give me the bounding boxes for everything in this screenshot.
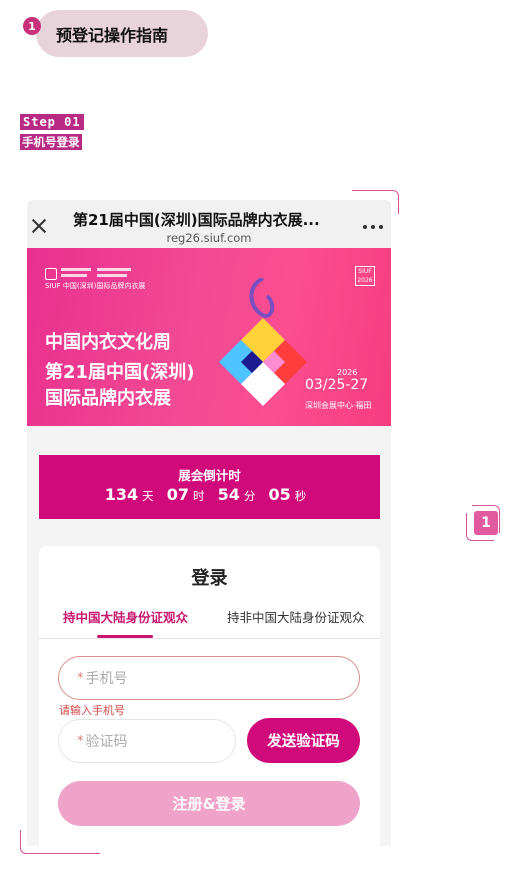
login-card: 登录 持中国大陆身份证观众 持非中国大陆身份证观众 * 手机号 请输入手机号 *…: [39, 546, 380, 846]
callout-badge: 1: [466, 505, 506, 541]
step-tag: Step 01: [20, 114, 84, 130]
countdown-minutes-unit: 分: [243, 489, 256, 503]
page-title: 第21届中国(深圳)国际品牌内衣展...: [73, 211, 320, 229]
banner-date: 03/25-27: [305, 377, 369, 393]
banner-line-2: 第21届中国(深圳): [45, 362, 195, 383]
event-banner: SIUF 中国(深圳)国际品牌内衣展 SIUF 2026 中国内衣文化周 第21…: [27, 248, 391, 426]
countdown-hours-unit: 时: [193, 489, 205, 503]
required-mark: *: [77, 733, 84, 749]
countdown-timer: 134 天 07 时 54 分 05 秒: [39, 485, 380, 504]
countdown-label: 展会倒计时: [178, 468, 241, 483]
callout-number: 1: [474, 511, 498, 535]
countdown-hours: 07: [166, 485, 190, 504]
guide-title: 预登记操作指南: [56, 26, 169, 45]
banner-venue: 深圳会展中心·福田: [305, 401, 372, 410]
phone-placeholder: 手机号: [85, 671, 128, 687]
tab-mainland-id[interactable]: 持中国大陆身份证观众: [63, 607, 188, 626]
tab-non-mainland-id[interactable]: 持非中国大陆身份证观众: [227, 607, 365, 626]
banner-line-1: 中国内衣文化周: [45, 332, 171, 353]
logo-text: SIUF 中国(深圳)国际品牌内衣展: [45, 282, 146, 290]
countdown-seconds-unit: 秒: [294, 489, 307, 503]
diamond-art-icon: [219, 278, 307, 406]
required-mark: *: [77, 670, 84, 686]
more-icon[interactable]: [363, 225, 383, 229]
countdown-minutes: 54: [217, 485, 240, 504]
banner-line-3: 国际品牌内衣展: [45, 388, 171, 409]
tab-divider: [39, 638, 380, 639]
guide-number-badge: 1: [23, 17, 41, 35]
phone-input[interactable]: * 手机号: [58, 656, 360, 700]
send-code-button[interactable]: 发送验证码: [247, 718, 360, 763]
year-badge: SIUF 2026: [355, 266, 375, 286]
register-login-button[interactable]: 注册&登录: [58, 781, 360, 826]
phone-error-message: 请输入手机号: [59, 704, 125, 717]
countdown-days: 134: [104, 485, 139, 504]
mobile-screen: 第21届中国(深圳)国际品牌内衣展... reg26.siuf.com SIUF…: [27, 200, 391, 846]
code-placeholder: 验证码: [85, 734, 128, 750]
banner-year: 2026: [337, 368, 358, 377]
page-url: reg26.siuf.com: [166, 231, 252, 245]
countdown-days-unit: 天: [142, 489, 154, 503]
verification-code-input[interactable]: * 验证码: [58, 719, 236, 763]
countdown-panel: 展会倒计时 134 天 07 时 54 分 05 秒: [39, 455, 380, 519]
step-subtitle: 手机号登录: [20, 134, 82, 150]
browser-topbar: 第21届中国(深圳)国际品牌内衣展... reg26.siuf.com: [27, 200, 391, 248]
countdown-seconds: 05: [268, 485, 291, 504]
login-title: 登录: [191, 568, 228, 589]
